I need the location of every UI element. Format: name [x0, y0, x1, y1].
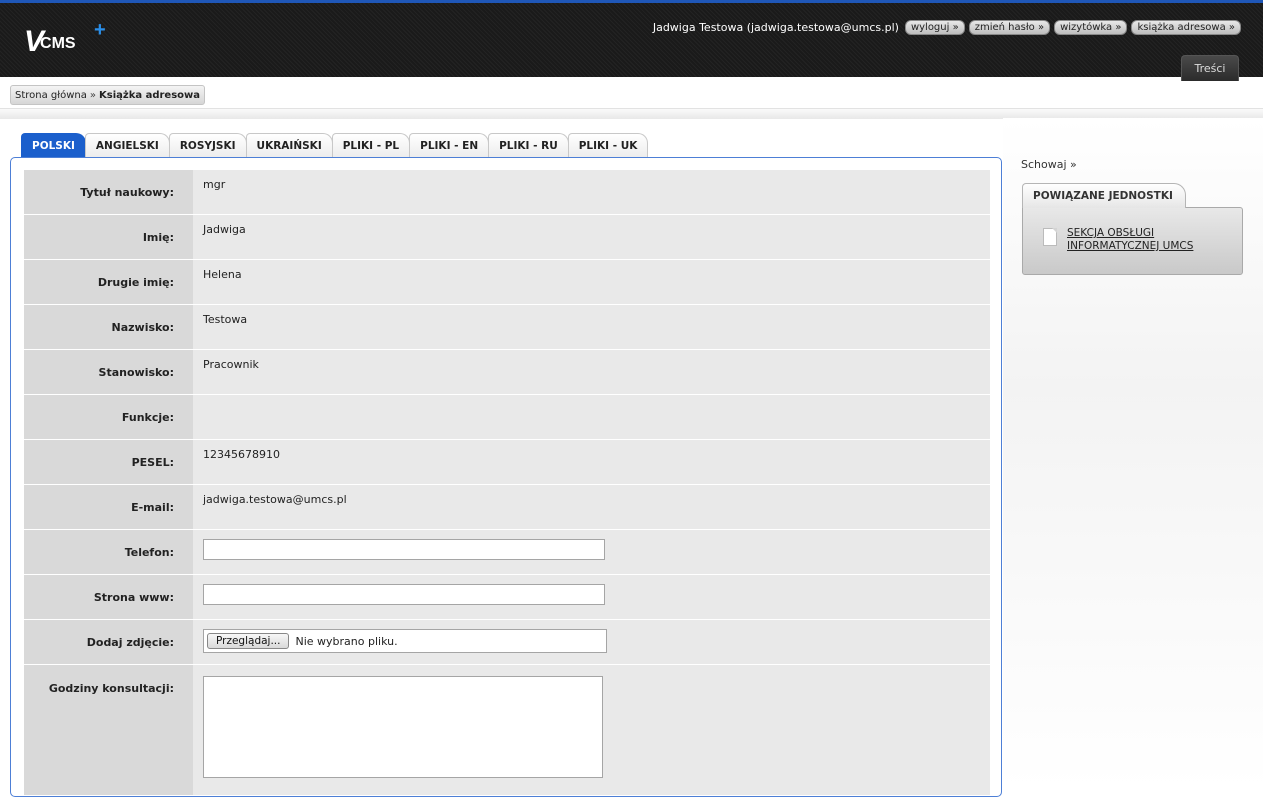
- value-www-cell: [193, 575, 990, 619]
- form-row-pesel: PESEL: 12345678910: [24, 440, 990, 485]
- value-photo-cell: Przeglądaj... Nie wybrano pliku.: [193, 620, 990, 664]
- label-phone: Telefon:: [24, 530, 193, 574]
- hide-sidebar-link[interactable]: Schowaj »: [1021, 158, 1077, 171]
- form-row-position: Stanowisko: Pracownik: [24, 350, 990, 395]
- logout-button[interactable]: wyloguj »: [904, 20, 965, 35]
- value-pesel: 12345678910: [193, 440, 990, 484]
- tab-polski[interactable]: POLSKI: [21, 133, 86, 158]
- tab-ukrainski[interactable]: UKRAIŃSKI: [245, 133, 333, 158]
- photo-file-input[interactable]: Przeglądaj... Nie wybrano pliku.: [203, 629, 607, 653]
- label-title: Tytuł naukowy:: [24, 170, 193, 214]
- breadcrumb: Strona główna » Książka adresowa: [10, 85, 206, 105]
- browse-button[interactable]: Przeglądaj...: [207, 633, 290, 649]
- form-row-email: E-mail: jadwiga.testowa@umcs.pl: [24, 485, 990, 530]
- value-hours-cell: [193, 665, 990, 795]
- label-www: Strona www:: [24, 575, 193, 619]
- file-status: Nie wybrano pliku.: [295, 634, 398, 648]
- business-card-button[interactable]: wizytówka »: [1054, 20, 1128, 35]
- logo-plus: +: [94, 19, 106, 41]
- form-row-phone: Telefon:: [24, 530, 990, 575]
- user-name: Jadwiga Testowa (jadwiga.testowa@umcs.pl…: [652, 21, 899, 34]
- breadcrumb-home[interactable]: Strona główna: [15, 90, 87, 101]
- form-rows: Tytuł naukowy: mgr Imię: Jadwiga Drugie …: [24, 170, 990, 796]
- label-name: Imię:: [24, 215, 193, 259]
- related-unit-link[interactable]: SEKCJA OBSŁUGI INFORMATYCZNEJ UMCS: [1067, 227, 1217, 253]
- value-email: jadwiga.testowa@umcs.pl: [193, 485, 990, 529]
- top-header: VCMS + Jadwiga Testowa (jadwiga.testowa@u…: [0, 0, 1263, 81]
- value-functions: [193, 395, 990, 439]
- tab-pliki-uk[interactable]: PLIKI - UK: [567, 133, 649, 158]
- tab-pliki-en[interactable]: PLIKI - EN: [409, 133, 490, 158]
- form-row-surname: Nazwisko: Testowa: [24, 305, 990, 350]
- logo-cms: CMS: [40, 35, 76, 52]
- related-units-box: SEKCJA OBSŁUGI INFORMATYCZNEJ UMCS: [1022, 207, 1243, 275]
- form-row-name: Imię: Jadwiga: [24, 215, 990, 260]
- form-row-www: Strona www:: [24, 575, 990, 620]
- value-title: mgr: [193, 170, 990, 214]
- label-email: E-mail:: [24, 485, 193, 529]
- tab-pliki-pl[interactable]: PLIKI - PL: [331, 133, 411, 158]
- user-bar: Jadwiga Testowa (jadwiga.testowa@umcs.pl…: [653, 20, 1241, 35]
- value-phone-cell: [193, 530, 990, 574]
- form-panel: Tytuł naukowy: mgr Imię: Jadwiga Drugie …: [10, 157, 1002, 797]
- value-position: Pracownik: [193, 350, 990, 394]
- form-row-photo: Dodaj zdjęcie: Przeglądaj... Nie wybrano…: [24, 620, 990, 665]
- phone-input[interactable]: [203, 539, 605, 560]
- label-functions: Funkcje:: [24, 395, 193, 439]
- tab-pliki-ru[interactable]: PLIKI - RU: [488, 133, 569, 158]
- label-photo: Dodaj zdjęcie:: [24, 620, 193, 664]
- form-row-functions: Funkcje:: [24, 395, 990, 440]
- website-input[interactable]: [203, 584, 605, 605]
- change-password-button[interactable]: zmień hasło »: [968, 20, 1051, 35]
- consultation-hours-textarea[interactable]: [203, 676, 603, 778]
- value-surname: Testowa: [193, 305, 990, 349]
- tab-rosyjski[interactable]: ROSYJSKI: [168, 133, 247, 158]
- related-units-tab: POWIĄZANE JEDNOSTKI: [1022, 183, 1186, 208]
- form-row-title: Tytuł naukowy: mgr: [24, 170, 990, 215]
- label-hours: Godziny konsultacji:: [24, 665, 193, 795]
- label-second-name: Drugie imię:: [24, 260, 193, 304]
- tab-content[interactable]: Treści: [1181, 55, 1239, 81]
- document-icon: [1043, 228, 1057, 246]
- breadcrumb-separator: »: [89, 89, 96, 101]
- label-surname: Nazwisko:: [24, 305, 193, 349]
- value-second-name: Helena: [193, 260, 990, 304]
- form-row-second-name: Drugie imię: Helena: [24, 260, 990, 305]
- address-book-button[interactable]: książka adresowa »: [1131, 20, 1241, 35]
- form-row-hours: Godziny konsultacji:: [24, 665, 990, 796]
- breadcrumb-current: Książka adresowa: [99, 89, 201, 101]
- vcms-logo[interactable]: VCMS +: [24, 19, 106, 59]
- language-tabs: POLSKI ANGIELSKI ROSYJSKI UKRAIŃSKI PLIK…: [21, 133, 649, 158]
- label-pesel: PESEL:: [24, 440, 193, 484]
- label-position: Stanowisko:: [24, 350, 193, 394]
- tab-angielski[interactable]: ANGIELSKI: [84, 133, 170, 158]
- value-name: Jadwiga: [193, 215, 990, 259]
